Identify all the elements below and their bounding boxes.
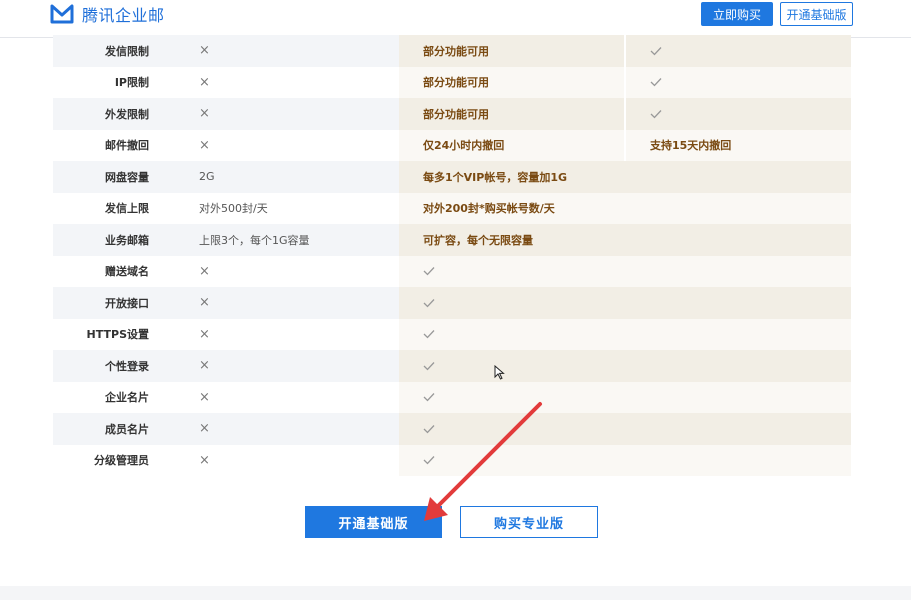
check-icon [423, 267, 435, 276]
table-row: 分级管理员 × [53, 444, 851, 476]
basic-cell: 对外500封/天 [173, 192, 399, 224]
tencent-exmail-logo-icon [50, 4, 74, 24]
table-row: IP限制 × 部分功能可用 [53, 66, 851, 98]
check-icon [423, 424, 435, 434]
table-row: 发信上限 对外500封/天 对外200封*购买帐号数/天 [53, 192, 851, 224]
basic-cell: × [173, 287, 399, 319]
check-icon [423, 330, 435, 339]
table-row: 企业名片 × [53, 381, 851, 413]
basic-cell: × [173, 350, 399, 382]
flagship-cell [624, 98, 851, 130]
feature-label: 赠送域名 [53, 255, 173, 287]
logo-text: 腾讯企业邮 [82, 6, 165, 25]
table-row: 业务邮箱 上限3个，每个1G容量 可扩容，每个无限容量 [53, 224, 851, 256]
feature-label: 网盘容量 [53, 161, 173, 193]
pro-cell [399, 444, 851, 476]
basic-cell: × [173, 255, 399, 287]
pro-cell [399, 350, 851, 382]
feature-label: IP限制 [53, 66, 173, 98]
feature-label: 成员名片 [53, 413, 173, 445]
basic-cell: × [173, 381, 399, 413]
flagship-cell: 支持15天内撤回 [624, 129, 851, 161]
pro-cell [399, 255, 851, 287]
basic-cell: 2G [173, 161, 399, 193]
feature-label: 邮件撤回 [53, 129, 173, 161]
table-row: 发信限制 × 部分功能可用 [53, 35, 851, 67]
cross-icon: × [199, 295, 210, 311]
footer-band [0, 586, 911, 600]
cross-icon: × [199, 43, 210, 59]
pro-cell: 部分功能可用 [399, 35, 624, 67]
buy-now-button[interactable]: 立即购买 [701, 2, 773, 26]
basic-cell: × [173, 35, 399, 67]
cross-icon: × [199, 358, 210, 374]
open-basic-top-button[interactable]: 开通基础版 [780, 2, 853, 26]
pro-cell: 部分功能可用 [399, 66, 624, 98]
feature-label: 外发限制 [53, 98, 173, 130]
pro-cell [399, 381, 851, 413]
table-row: 外发限制 × 部分功能可用 [53, 98, 851, 130]
table-row: HTTPS设置 × [53, 318, 851, 350]
open-basic-button[interactable]: 开通基础版 [305, 506, 442, 538]
buy-pro-button[interactable]: 购买专业版 [460, 506, 598, 538]
pro-cell: 部分功能可用 [399, 98, 624, 130]
check-icon [423, 456, 435, 465]
cross-icon: × [199, 326, 210, 342]
feature-label: 企业名片 [53, 381, 173, 413]
cross-icon: × [199, 137, 210, 153]
check-icon [423, 393, 435, 402]
pro-cell: 仅24小时内撤回 [399, 129, 624, 161]
pro-cell: 可扩容，每个无限容量 [399, 224, 851, 256]
basic-cell: 上限3个，每个1G容量 [173, 224, 399, 256]
feature-label: 业务邮箱 [53, 224, 173, 256]
basic-cell: × [173, 129, 399, 161]
feature-label: 分级管理员 [53, 444, 173, 476]
flagship-cell [624, 35, 851, 67]
feature-label: HTTPS设置 [53, 318, 173, 350]
table-row: 赠送域名 × [53, 255, 851, 287]
check-icon [650, 46, 662, 56]
basic-cell: × [173, 444, 399, 476]
mouse-pointer-icon [494, 365, 505, 380]
cross-icon: × [199, 389, 210, 405]
flagship-cell [624, 66, 851, 98]
pro-cell [399, 287, 851, 319]
table-row: 邮件撤回 × 仅24小时内撤回 支持15天内撤回 [53, 129, 851, 161]
table-row: 个性登录 × [53, 350, 851, 382]
pro-cell [399, 318, 851, 350]
table-row: 成员名片 × [53, 413, 851, 445]
cross-icon: × [199, 74, 210, 90]
check-icon [423, 361, 435, 371]
basic-cell: × [173, 318, 399, 350]
cross-icon: × [199, 263, 210, 279]
check-icon [650, 78, 662, 87]
feature-label: 个性登录 [53, 350, 173, 382]
feature-label: 发信上限 [53, 192, 173, 224]
check-icon [650, 109, 662, 119]
table-row: 网盘容量 2G 每多1个VIP帐号，容量加1G [53, 161, 851, 193]
basic-cell: × [173, 413, 399, 445]
basic-cell: × [173, 66, 399, 98]
cross-icon: × [199, 106, 210, 122]
cross-icon: × [199, 421, 210, 437]
pro-cell: 每多1个VIP帐号，容量加1G [399, 161, 851, 193]
feature-label: 开放接口 [53, 287, 173, 319]
cross-icon: × [199, 452, 210, 468]
feature-label: 发信限制 [53, 35, 173, 67]
pro-cell [399, 413, 851, 445]
basic-cell: × [173, 98, 399, 130]
top-bar: 腾讯企业邮 立即购买 开通基础版 [0, 0, 911, 38]
table-row: 开放接口 × [53, 287, 851, 319]
check-icon [423, 298, 435, 308]
pro-cell: 对外200封*购买帐号数/天 [399, 192, 851, 224]
feature-comparison-table: 发信限制 × 部分功能可用 IP限制 × 部分功能可用 外发限制 × 部分功能可… [53, 35, 851, 476]
logo[interactable]: 腾讯企业邮 [50, 3, 165, 25]
